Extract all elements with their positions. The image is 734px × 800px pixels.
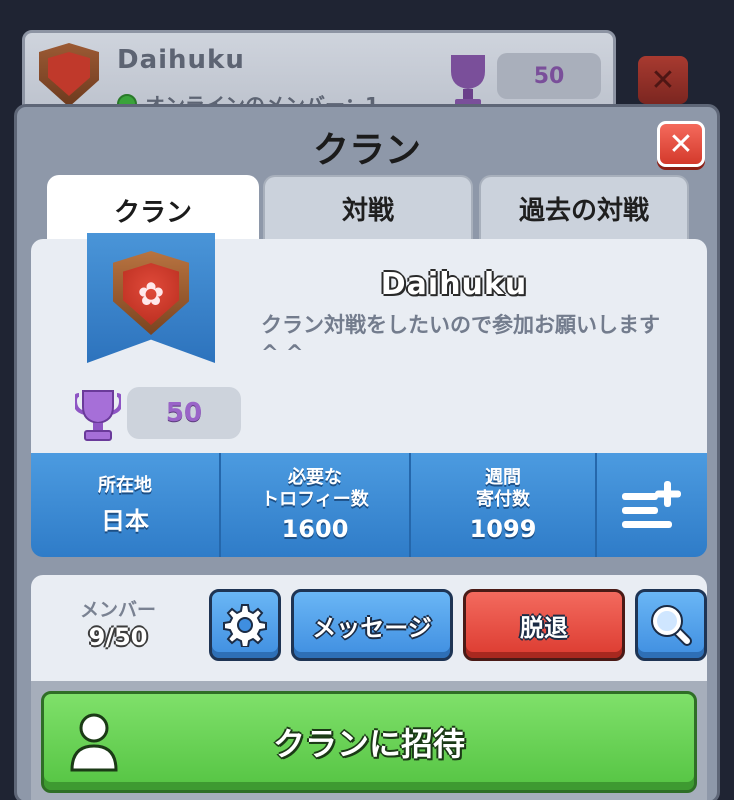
background-trophy-count: 50 <box>497 53 601 99</box>
clan-description: クラン対戦をしたいので参加お願いします^ ^ <box>261 313 660 365</box>
stat-required-value: 1600 <box>281 515 349 543</box>
invite-label: クランに招待 <box>272 725 465 763</box>
stat-weekly-donations: 週間 寄付数 1099 <box>411 453 597 557</box>
tab-battle[interactable]: 対戦 <box>263 175 473 239</box>
clan-badge-icon <box>39 43 99 107</box>
stat-weekly-label-line2: 寄付数 <box>476 489 530 510</box>
modal-title: クラン <box>312 130 421 171</box>
stat-required-label-line2: トロフィー数 <box>261 489 369 510</box>
gear-icon <box>223 604 267 647</box>
stat-weekly-label-line1: 週間 <box>485 467 521 488</box>
settings-button[interactable] <box>209 589 281 661</box>
list-plus-icon <box>622 481 681 528</box>
stat-location-value: 日本 <box>101 506 149 535</box>
search-button[interactable] <box>635 589 707 661</box>
close-button[interactable]: ✕ <box>657 121 705 167</box>
background-clan-name: Daihuku <box>117 45 245 75</box>
clan-modal: クラン ✕ クラン 対戦 過去の対戦 ✿ 50 Daihuku クラン対戦をした… <box>14 104 720 800</box>
search-icon <box>651 605 692 646</box>
invite-area: クランに招待 <box>31 681 707 800</box>
message-button[interactable]: メッセージ <box>291 589 453 661</box>
clan-details-button[interactable] <box>597 453 707 557</box>
clan-stats-bar: 所在地 日本 必要な トロフィー数 1600 週間 寄付数 1099 <box>31 453 707 557</box>
tab-past-battles[interactable]: 過去の対戦 <box>479 175 689 239</box>
clan-info-panel: ✿ 50 Daihuku クラン対戦をしたいので参加お願いします^ ^ <box>31 233 707 453</box>
stat-required-label-line1: 必要な <box>288 467 342 488</box>
stat-weekly-value: 1099 <box>469 515 537 543</box>
stat-location: 所在地 日本 <box>31 453 221 557</box>
clan-trophy-count: 50 <box>127 387 241 439</box>
members-label: メンバー <box>79 599 156 621</box>
clan-name: Daihuku <box>380 267 528 302</box>
stat-required-trophies: 必要な トロフィー数 1600 <box>221 453 411 557</box>
members-panel: メンバー 9/50 メッセージ 脱退 <box>31 575 707 681</box>
trophy-icon <box>451 55 485 107</box>
user-icon <box>70 713 118 772</box>
trophy-icon <box>75 390 121 441</box>
invite-to-clan-button[interactable]: クランに招待 <box>41 691 697 793</box>
background-close-icon: ✕ <box>638 56 688 104</box>
leave-button[interactable]: 脱退 <box>463 589 625 661</box>
members-count: 9/50 <box>88 623 148 651</box>
stat-location-label: 所在地 <box>98 474 152 496</box>
